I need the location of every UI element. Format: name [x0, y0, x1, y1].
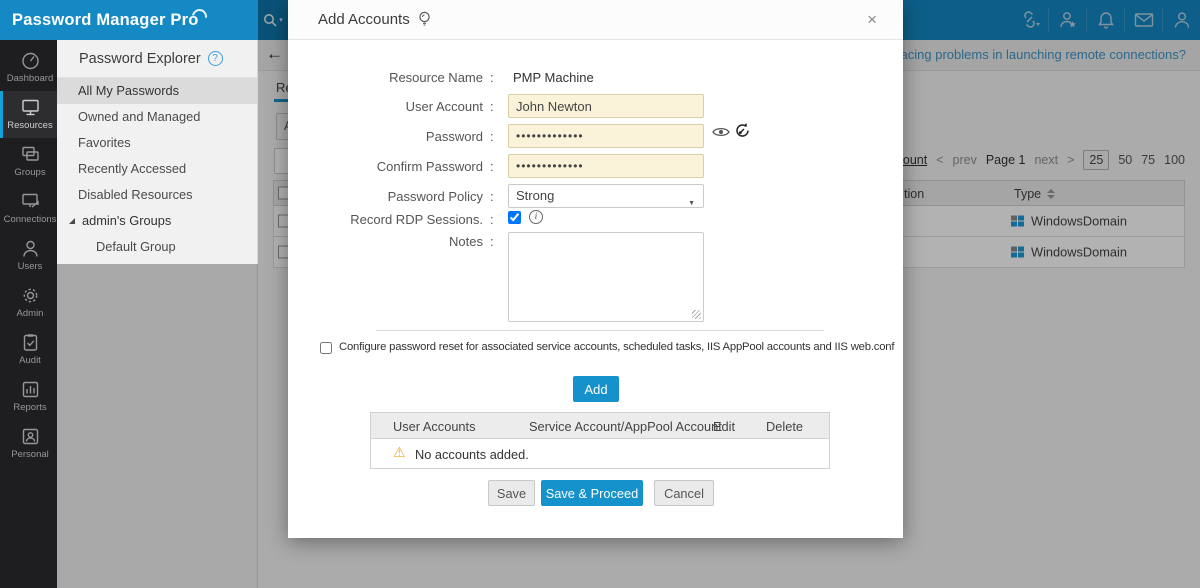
- personal-icon: [20, 427, 41, 446]
- resources-icon: [20, 98, 41, 117]
- modal-header: Add Accounts ×: [288, 0, 903, 40]
- add-accounts-modal: Add Accounts × Resource Name : PMP Machi…: [288, 0, 903, 538]
- record-rdp-label: Record RDP Sessions.: [308, 212, 483, 227]
- help-icon[interactable]: ?: [208, 51, 223, 66]
- divider: [376, 330, 824, 331]
- sidebar-item-resources[interactable]: Resources: [0, 91, 57, 138]
- resize-grip-icon[interactable]: [692, 310, 701, 319]
- close-icon[interactable]: ×: [867, 11, 877, 28]
- accounts-table-header: User Accounts Service Account/AppPool Ac…: [370, 412, 830, 439]
- sidebar-item-reports[interactable]: Reports: [0, 373, 57, 420]
- configure-reset-checkbox[interactable]: [320, 342, 332, 354]
- reports-chart-icon: [20, 380, 41, 399]
- password-policy-label: Password Policy: [308, 189, 483, 204]
- connections-icon: [20, 192, 41, 211]
- configure-reset-row: Configure password reset for associated …: [320, 341, 895, 354]
- notes-label: Notes: [308, 234, 483, 249]
- explorer-header: Password Explorer ?: [57, 40, 257, 78]
- dropdown-caret-icon: ▼: [688, 193, 695, 215]
- sidebar-item-admin[interactable]: Admin: [0, 279, 57, 326]
- accounts-table: User Accounts Service Account/AppPool Ac…: [370, 412, 830, 469]
- app-logo-area: Password Manager Pro: [0, 0, 258, 40]
- user-account-input[interactable]: [508, 94, 704, 118]
- explorer-item-owned-and-managed[interactable]: Owned and Managed: [57, 104, 257, 130]
- explorer-item-recently-accessed[interactable]: Recently Accessed: [57, 156, 257, 182]
- explorer-item-all-my-passwords[interactable]: All My Passwords: [57, 78, 257, 104]
- tree-expand-icon[interactable]: [69, 218, 75, 224]
- sidebar-item-users[interactable]: Users: [0, 232, 57, 279]
- cancel-button[interactable]: Cancel: [654, 480, 714, 506]
- password-label: Password: [308, 129, 483, 144]
- empty-state-row: ⚠ No accounts added.: [370, 439, 830, 469]
- explorer-item-admins-groups[interactable]: admin's Groups: [57, 208, 257, 234]
- groups-icon: [20, 145, 41, 164]
- explorer-title: Password Explorer: [79, 51, 201, 67]
- sidebar-item-audit[interactable]: Audit: [0, 326, 57, 373]
- explorer-item-favorites[interactable]: Favorites: [57, 130, 257, 156]
- password-input[interactable]: [508, 124, 704, 148]
- admin-gear-icon: [20, 286, 41, 305]
- dashboard-icon: [20, 51, 41, 70]
- show-password-eye-icon[interactable]: [712, 126, 730, 138]
- resource-name-label: Resource Name: [308, 70, 483, 85]
- generate-password-icon[interactable]: [734, 122, 751, 139]
- col-user-accounts: User Accounts: [393, 419, 476, 434]
- col-edit: Edit: [713, 419, 735, 434]
- col-service-account: Service Account/AppPool Account: [529, 419, 722, 434]
- add-button[interactable]: Add: [573, 376, 619, 402]
- confirm-password-input[interactable]: [508, 154, 704, 178]
- primary-sidebar: Dashboard Resources Groups Connections U…: [0, 40, 57, 588]
- modal-title: Add Accounts: [318, 11, 410, 28]
- sidebar-item-personal[interactable]: Personal: [0, 420, 57, 467]
- users-icon: [20, 239, 41, 258]
- sidebar-item-connections[interactable]: Connections: [0, 185, 57, 232]
- sidebar-item-groups[interactable]: Groups: [0, 138, 57, 185]
- sidebar-item-dashboard[interactable]: Dashboard: [0, 44, 57, 91]
- resource-name-value: PMP Machine: [513, 70, 594, 85]
- audit-clipboard-icon: [20, 333, 41, 352]
- explorer-item-disabled-resources[interactable]: Disabled Resources: [57, 182, 257, 208]
- record-rdp-checkbox[interactable]: [508, 211, 521, 224]
- user-account-label: User Account: [308, 99, 483, 114]
- app-logo[interactable]: Password Manager Pro: [12, 11, 198, 30]
- save-button[interactable]: Save: [488, 480, 535, 506]
- bulb-icon: [418, 11, 431, 28]
- info-icon[interactable]: i: [529, 210, 543, 224]
- warning-icon: ⚠: [393, 445, 406, 459]
- notes-textarea[interactable]: [508, 232, 704, 322]
- col-delete: Delete: [766, 419, 803, 434]
- empty-message: No accounts added.: [415, 447, 529, 462]
- explorer-item-default-group[interactable]: Default Group: [57, 234, 257, 260]
- password-explorer-panel: Password Explorer ? All My Passwords Own…: [57, 40, 258, 264]
- confirm-password-label: Confirm Password: [308, 159, 483, 174]
- configure-reset-label: Configure password reset for associated …: [339, 341, 895, 353]
- save-and-proceed-button[interactable]: Save & Proceed: [541, 480, 643, 506]
- password-policy-select[interactable]: Strong ▼: [508, 184, 704, 208]
